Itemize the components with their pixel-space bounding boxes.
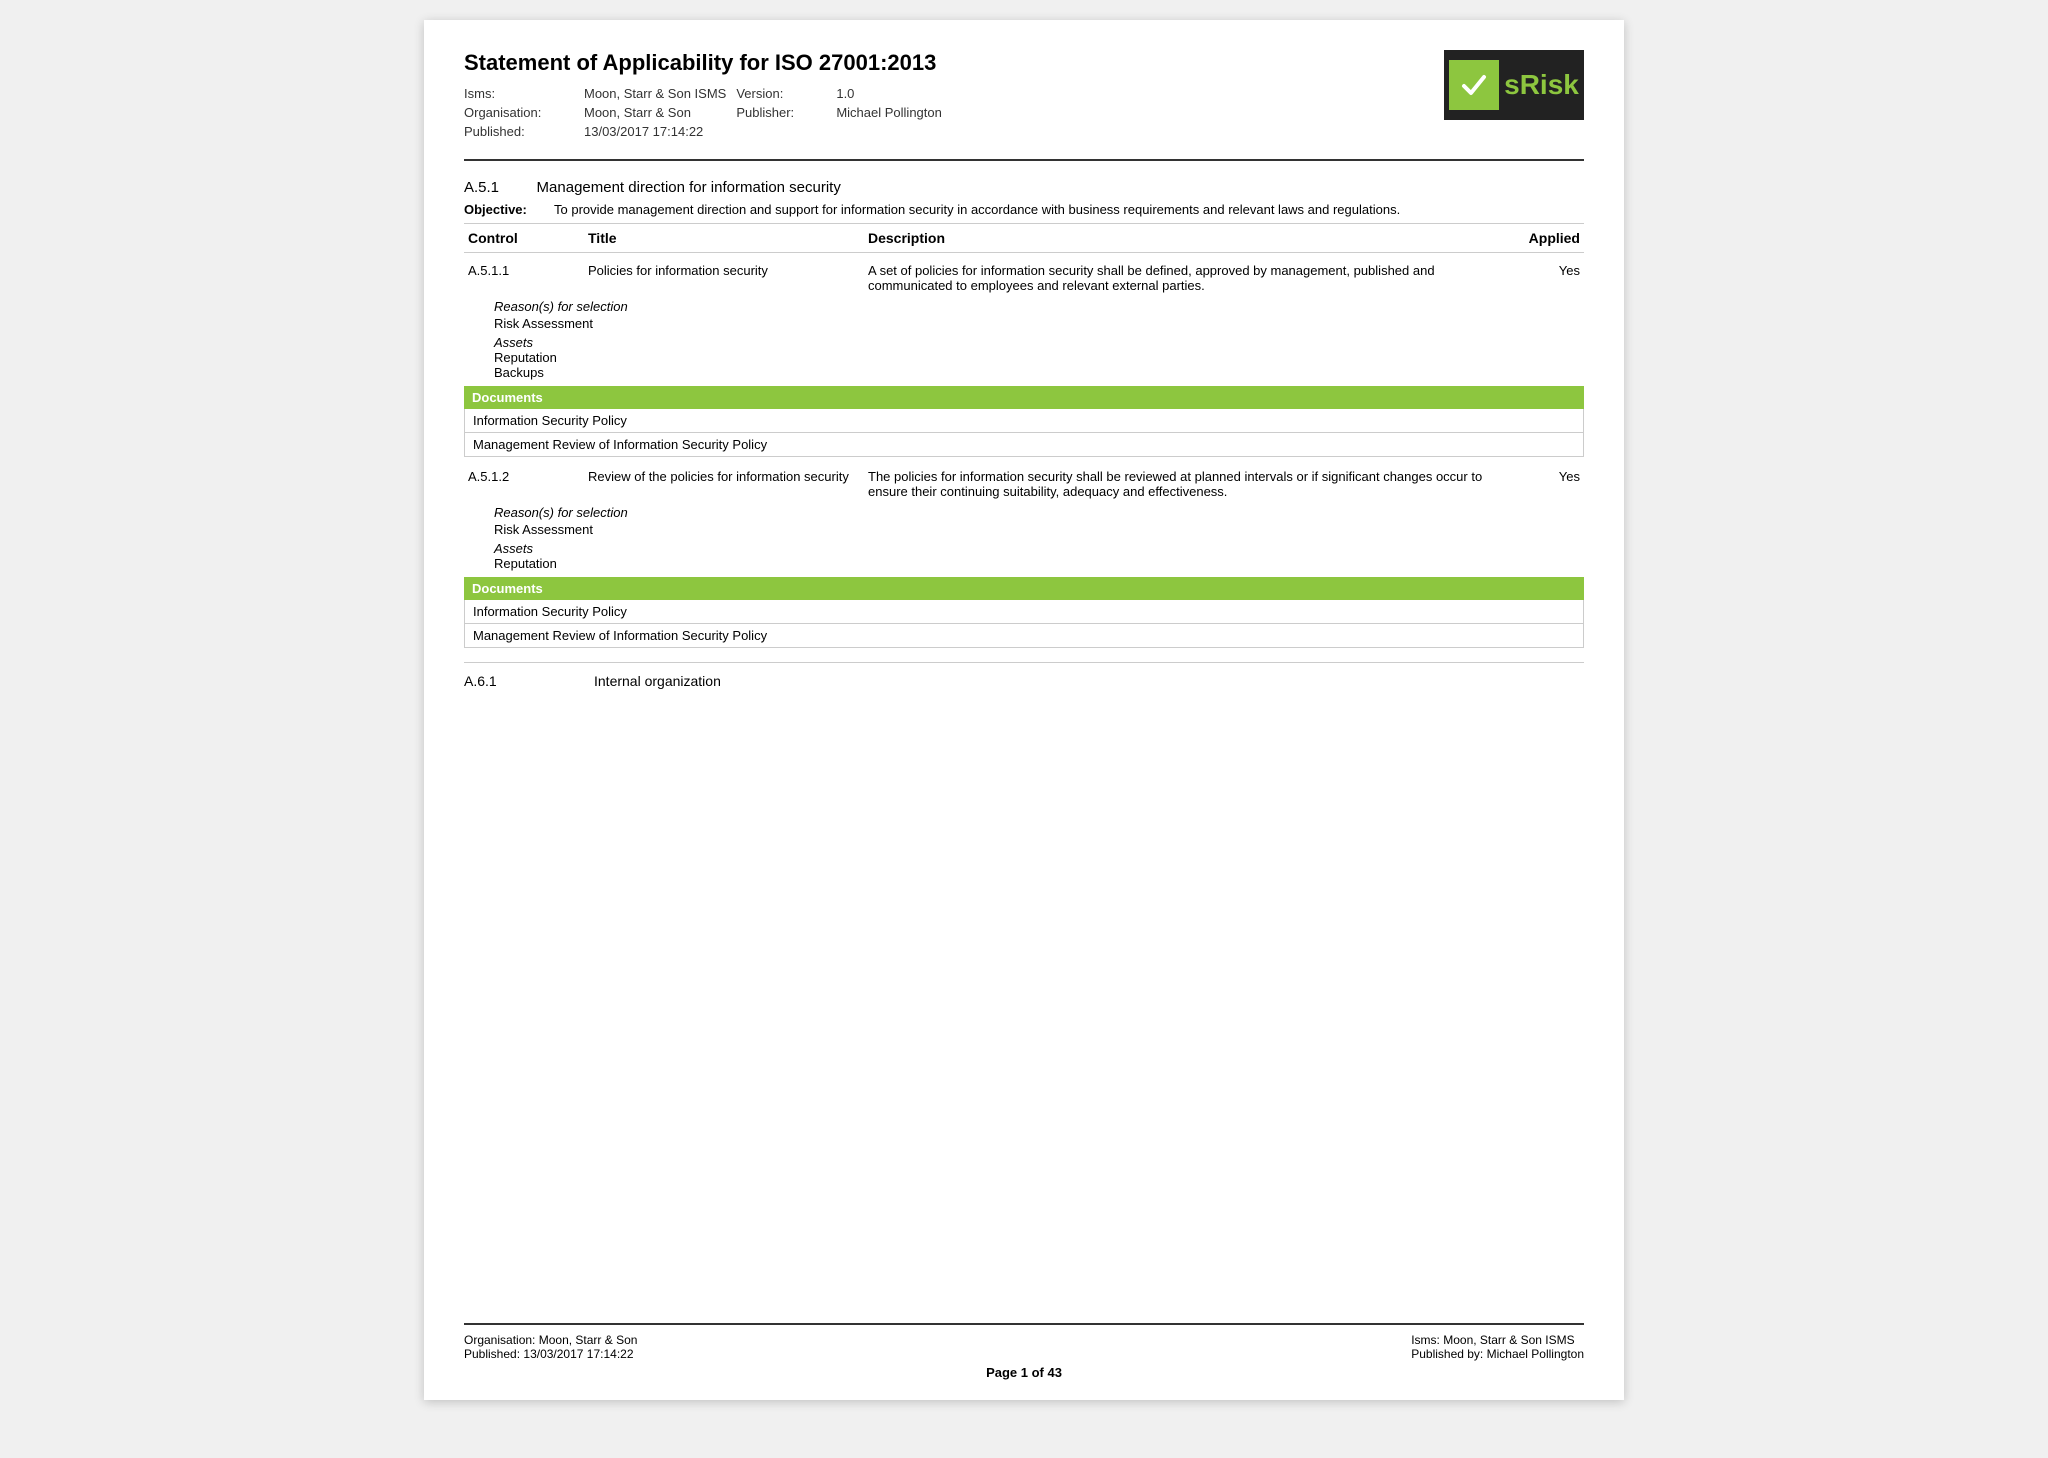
section-a5-1-title: Management direction for information sec… [537, 179, 841, 196]
documents-bar-a5-1-1: Documents [464, 386, 1584, 409]
org-value: Moon, Starr & Son [584, 105, 726, 120]
section-a5-1-id: A.5.1 [464, 179, 499, 196]
isms-label: Isms: [464, 86, 574, 101]
footer-org-value: Moon, Starr & Son [539, 1333, 638, 1347]
section-a6-1-title: Internal organization [594, 673, 721, 689]
th-description: Description [864, 228, 1504, 248]
control-id-a5-1-1: A.5.1.1 [464, 261, 584, 295]
assets-item-reputation-2: Reputation [494, 556, 1584, 571]
publisher-value: Michael Pollington [836, 105, 978, 120]
section-a5-1: A.5.1 Management direction for informati… [464, 179, 1584, 196]
table-header: Control Title Description Applied [464, 223, 1584, 253]
footer-published-value: 13/03/2017 17:14:22 [523, 1347, 633, 1361]
header-meta: Isms: Moon, Starr & Son ISMS Version: 1.… [464, 86, 979, 139]
doc-item-isp-2: Information Security Policy [465, 600, 1583, 624]
published-label: Published: [464, 124, 574, 139]
doc-group-a5-1-2: Documents Information Security Policy Ma… [464, 577, 1584, 648]
footer-published: Published: 13/03/2017 17:14:22 [464, 1347, 637, 1361]
page-title: Statement of Applicability for ISO 27001… [464, 50, 979, 76]
doc-items-a5-1-1: Information Security Policy Management R… [464, 409, 1584, 457]
reasons-block-a5-1-1: Reason(s) for selection Risk Assessment [464, 299, 1584, 331]
document-page: Statement of Applicability for ISO 27001… [424, 20, 1624, 1400]
control-id-a5-1-2: A.5.1.2 [464, 467, 584, 501]
control-applied-a5-1-1: Yes [1504, 261, 1584, 295]
footer-org-label: Organisation: [464, 1333, 535, 1347]
footer-published-by-label: Published by: [1411, 1347, 1483, 1361]
control-row-a5-1-1: A.5.1.1 Policies for information securit… [464, 261, 1584, 295]
footer-left: Organisation: Moon, Starr & Son Publishe… [464, 1333, 637, 1361]
doc-group-a5-1-1: Documents Information Security Policy Ma… [464, 386, 1584, 457]
reasons-item-2: Risk Assessment [494, 522, 1584, 537]
footer-content: Organisation: Moon, Starr & Son Publishe… [464, 1333, 1584, 1361]
assets-block-a5-1-1: Assets Reputation Backups [464, 335, 1584, 380]
page-header: Statement of Applicability for ISO 27001… [464, 50, 1584, 139]
footer-org: Organisation: Moon, Starr & Son [464, 1333, 637, 1347]
control-title-a5-1-2: Review of the policies for information s… [584, 467, 864, 501]
doc-item-mrisp-2: Management Review of Information Securit… [465, 624, 1583, 647]
assets-item-backups: Backups [494, 365, 1584, 380]
logo-checkmark [1449, 60, 1499, 110]
version-value: 1.0 [836, 86, 978, 101]
assets-label-a5-1-2: Assets [494, 541, 1584, 556]
org-label: Organisation: [464, 105, 574, 120]
published-value: 13/03/2017 17:14:22 [584, 124, 726, 139]
version-label: Version: [736, 86, 826, 101]
doc-item-isp-1: Information Security Policy [465, 409, 1583, 433]
footer-isms: Isms: Moon, Starr & Son ISMS [1411, 1333, 1584, 1347]
control-desc-a5-1-1: A set of policies for information securi… [864, 261, 1504, 295]
reasons-label-a5-1-2: Reason(s) for selection [494, 505, 1584, 520]
control-a5-1-1: A.5.1.1 Policies for information securit… [464, 261, 1584, 457]
assets-block-a5-1-2: Assets Reputation [464, 541, 1584, 571]
section-a6-1: A.6.1 Internal organization [464, 662, 1584, 689]
footer-page-info: Page 1 of 43 [464, 1365, 1584, 1380]
header-divider [464, 159, 1584, 161]
main-content: A.5.1 Management direction for informati… [464, 171, 1584, 1323]
footer-published-label: Published: [464, 1347, 520, 1361]
section-a6-1-id: A.6.1 [464, 673, 584, 689]
isms-value: Moon, Starr & Son ISMS [584, 86, 726, 101]
header-left: Statement of Applicability for ISO 27001… [464, 50, 979, 139]
footer-publisher: Published by: Michael Pollington [1411, 1347, 1584, 1361]
control-row-a5-1-2: A.5.1.2 Review of the policies for infor… [464, 467, 1584, 501]
page-footer: Organisation: Moon, Starr & Son Publishe… [464, 1323, 1584, 1380]
documents-bar-a5-1-2: Documents [464, 577, 1584, 600]
assets-label-a5-1-1: Assets [494, 335, 1584, 350]
objective-row: Objective: To provide management directi… [464, 202, 1584, 217]
doc-items-a5-1-2: Information Security Policy Management R… [464, 600, 1584, 648]
logo-text: sRisk [1504, 69, 1579, 101]
assets-item-reputation-1: Reputation [494, 350, 1584, 365]
footer-isms-label: Isms: [1411, 1333, 1443, 1347]
control-a5-1-2: A.5.1.2 Review of the policies for infor… [464, 467, 1584, 648]
publisher-label: Publisher: [736, 105, 826, 120]
control-applied-a5-1-2: Yes [1504, 467, 1584, 501]
reasons-item-1: Risk Assessment [494, 316, 1584, 331]
doc-item-mrisp-1: Management Review of Information Securit… [465, 433, 1583, 456]
vsrisk-logo: sRisk [1444, 50, 1584, 120]
footer-right: Isms: Moon, Starr & Son ISMS Published b… [1411, 1333, 1584, 1361]
footer-isms-value: Moon, Starr & Son ISMS [1443, 1333, 1574, 1347]
control-title-a5-1-1: Policies for information security [584, 261, 864, 295]
th-title: Title [584, 228, 864, 248]
reasons-block-a5-1-2: Reason(s) for selection Risk Assessment [464, 505, 1584, 537]
control-desc-a5-1-2: The policies for information security sh… [864, 467, 1504, 501]
footer-published-by-value: Michael Pollington [1487, 1347, 1584, 1361]
th-applied: Applied [1504, 228, 1584, 248]
th-control: Control [464, 228, 584, 248]
objective-text: To provide management direction and supp… [554, 202, 1584, 217]
objective-label: Objective: [464, 202, 544, 217]
reasons-label-a5-1-1: Reason(s) for selection [494, 299, 1584, 314]
